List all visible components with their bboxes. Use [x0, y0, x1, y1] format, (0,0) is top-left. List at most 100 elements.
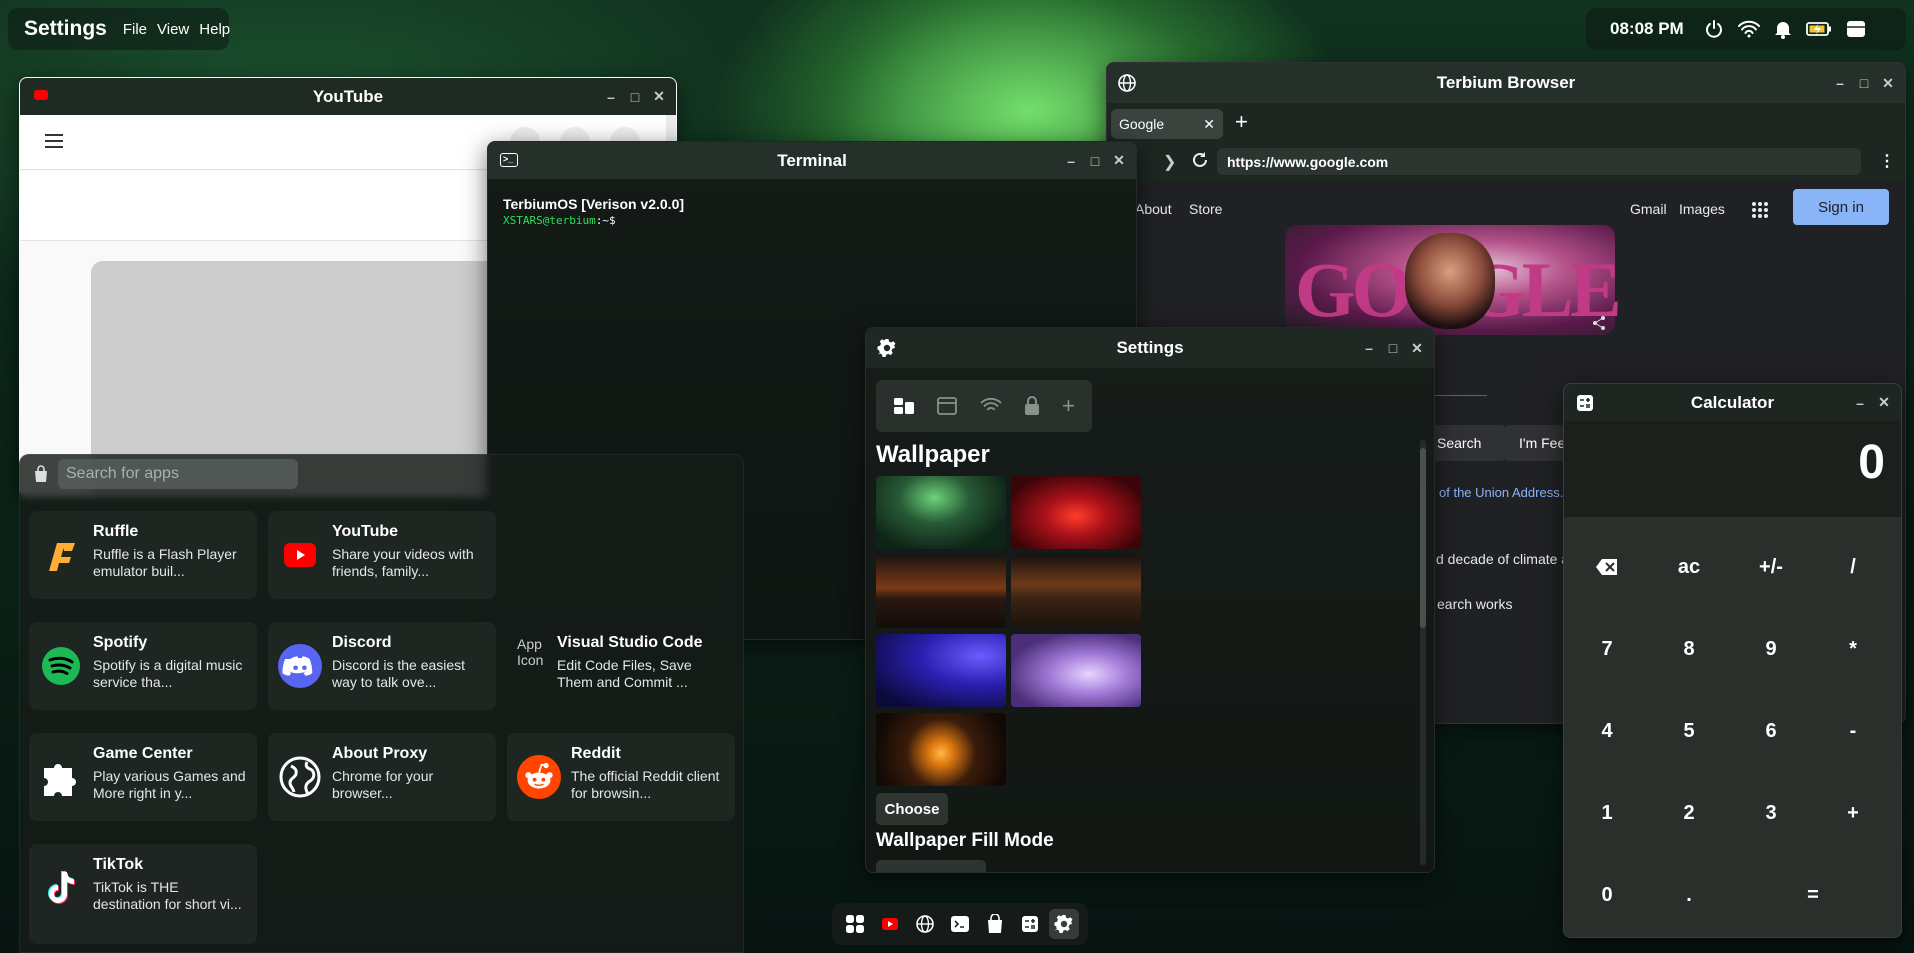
app-tile-spotify[interactable]: Spotify Spotify is a digital music servic… — [29, 622, 257, 710]
app-tile-game-center[interactable]: Game Center Play various Games and More r… — [29, 733, 257, 821]
nav-images[interactable]: Images — [1679, 201, 1725, 217]
url-bar[interactable]: https://www.google.com — [1217, 148, 1861, 175]
tab-wallpaper-icon[interactable] — [893, 397, 915, 415]
search-apps-input[interactable]: Search for apps — [58, 459, 298, 489]
close-tab-icon[interactable]: ✕ — [1203, 116, 1215, 133]
key-plus-minus[interactable]: +/- — [1730, 526, 1812, 608]
reload-icon[interactable] — [1191, 151, 1209, 169]
doodle-link[interactable]: of the Union Address. — [1439, 485, 1563, 500]
close-icon[interactable]: ✕ — [1877, 394, 1891, 411]
kebab-menu-icon[interactable]: ⋮ — [1879, 151, 1895, 171]
calculator-titlebar[interactable]: Calculator – ✕ — [1564, 384, 1901, 421]
hamburger-menu-icon[interactable] — [44, 133, 64, 149]
app-tile-youtube[interactable]: YouTube Share your videos with friends, f… — [268, 511, 496, 599]
power-icon[interactable] — [1704, 19, 1724, 39]
browser-tab[interactable]: Google ✕ — [1111, 109, 1223, 139]
nav-store[interactable]: Store — [1189, 201, 1222, 217]
google-search-button[interactable]: Search — [1425, 425, 1505, 461]
dock-terminal[interactable] — [945, 909, 975, 939]
dock-youtube[interactable] — [875, 909, 905, 939]
app-tile-vscode[interactable]: App Icon Visual Studio Code Edit Code Fil… — [507, 622, 735, 710]
dock-calculator[interactable] — [1015, 909, 1045, 939]
key-5[interactable]: 5 — [1648, 690, 1730, 772]
bell-icon[interactable] — [1774, 19, 1792, 39]
minimize-icon[interactable]: – — [1064, 153, 1078, 169]
app-tile-reddit[interactable]: Reddit The official Reddit client for bro… — [507, 733, 735, 821]
maximize-icon[interactable]: □ — [1857, 75, 1871, 91]
scrollbar-thumb[interactable] — [1420, 448, 1426, 628]
app-tile-about-proxy[interactable]: About Proxy Chrome for your browser... — [268, 733, 496, 821]
nav-gmail[interactable]: Gmail — [1630, 201, 1667, 217]
dock-browser[interactable] — [910, 909, 940, 939]
wallpaper-blue-abstract[interactable] — [876, 634, 1006, 707]
terminal-output[interactable]: TerbiumOS [Verison v2.0.0] XSTARS@terbiu… — [503, 196, 1126, 227]
tab-add-icon[interactable]: + — [1062, 393, 1075, 419]
wallpaper-red-sky[interactable] — [1011, 476, 1141, 549]
app-tile-discord[interactable]: Discord Discord is the easiest way to tal… — [268, 622, 496, 710]
menu-file[interactable]: File — [123, 21, 147, 38]
wallpaper-golden-field[interactable] — [1011, 555, 1141, 628]
terminal-titlebar[interactable]: >_ Terminal – □ ✕ — [488, 142, 1136, 179]
key-2[interactable]: 2 — [1648, 772, 1730, 854]
tab-wifi-icon[interactable] — [979, 398, 1002, 414]
browser-titlebar[interactable]: Terbium Browser – □ ✕ — [1107, 63, 1905, 103]
forward-icon[interactable]: ❯ — [1163, 152, 1176, 172]
wallpaper-purple-bloom[interactable] — [1011, 634, 1141, 707]
key-subtract[interactable]: - — [1812, 690, 1894, 772]
key-1[interactable]: 1 — [1566, 772, 1648, 854]
app-tile-tiktok[interactable]: TikTok TikTok is THE destination for shor… — [29, 844, 257, 944]
key-0[interactable]: 0 — [1566, 854, 1648, 936]
minimize-icon[interactable]: – — [604, 89, 618, 105]
tab-lock-icon[interactable] — [1024, 396, 1040, 416]
minimize-icon[interactable]: – — [1853, 395, 1867, 411]
dock-app-store[interactable] — [980, 909, 1010, 939]
minimize-icon[interactable]: – — [1833, 75, 1847, 91]
ruffle-icon — [39, 533, 83, 577]
minimize-icon[interactable]: – — [1362, 340, 1376, 356]
wallpaper-lanterns[interactable] — [876, 713, 1006, 786]
wifi-icon[interactable] — [1737, 20, 1760, 38]
fill-mode-select[interactable] — [876, 860, 986, 872]
key-equals[interactable]: = — [1730, 854, 1896, 936]
settings-scrollbar[interactable] — [1420, 440, 1426, 865]
key-add[interactable]: + — [1812, 772, 1894, 854]
key-decimal[interactable]: . — [1648, 854, 1730, 936]
key-divide[interactable]: / — [1812, 526, 1894, 608]
menu-view[interactable]: View — [157, 21, 189, 38]
settings-titlebar[interactable]: Settings – □ ✕ — [866, 328, 1434, 368]
close-icon[interactable]: ✕ — [1881, 75, 1895, 92]
wallpaper-aurora[interactable] — [876, 476, 1006, 549]
sign-in-button[interactable]: Sign in — [1793, 189, 1889, 225]
google-doodle[interactable]: GOOGLE — [1285, 225, 1622, 335]
key-4[interactable]: 4 — [1566, 690, 1648, 772]
key-7[interactable]: 7 — [1566, 608, 1648, 690]
key-6[interactable]: 6 — [1730, 690, 1812, 772]
maximize-icon[interactable]: □ — [1386, 340, 1400, 356]
key-multiply[interactable]: * — [1812, 608, 1894, 690]
dock-settings[interactable] — [1049, 909, 1080, 939]
key-ac[interactable]: ac — [1648, 526, 1730, 608]
dashboard-icon[interactable] — [1846, 20, 1866, 38]
youtube-titlebar[interactable]: YouTube – □ ✕ — [20, 78, 676, 115]
key-3[interactable]: 3 — [1730, 772, 1812, 854]
apps-grid-icon[interactable] — [1751, 201, 1769, 219]
new-tab-icon[interactable]: + — [1235, 109, 1248, 135]
maximize-icon[interactable]: □ — [628, 89, 642, 105]
close-icon[interactable]: ✕ — [652, 88, 666, 105]
choose-wallpaper-button[interactable]: Choose — [876, 793, 948, 825]
tab-window-icon[interactable] — [937, 397, 958, 415]
menu-help[interactable]: Help — [199, 21, 230, 38]
browser-tabstrip: Google ✕ + — [1107, 103, 1905, 143]
backspace-button[interactable] — [1566, 526, 1648, 608]
key-8[interactable]: 8 — [1648, 608, 1730, 690]
maximize-icon[interactable]: □ — [1088, 153, 1102, 169]
share-icon[interactable] — [1591, 315, 1607, 331]
key-9[interactable]: 9 — [1730, 608, 1812, 690]
close-icon[interactable]: ✕ — [1410, 340, 1424, 357]
app-tile-ruffle[interactable]: Ruffle Ruffle is a Flash Player emulator … — [29, 511, 257, 599]
dock-app-launcher[interactable] — [840, 909, 870, 939]
close-icon[interactable]: ✕ — [1112, 152, 1126, 169]
nav-about[interactable]: About — [1135, 201, 1172, 217]
wallpaper-sunset-field[interactable] — [876, 555, 1006, 628]
battery-charging-icon[interactable] — [1805, 21, 1832, 37]
